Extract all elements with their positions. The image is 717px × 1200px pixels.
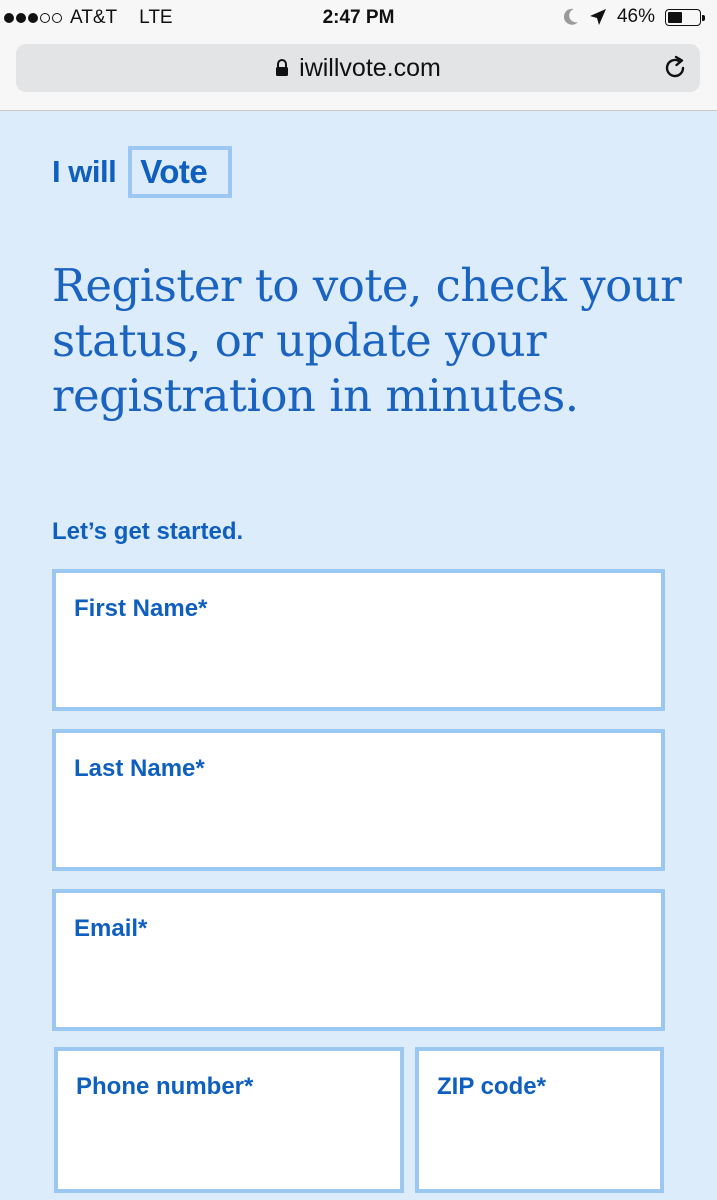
address-bar[interactable]: iwillvote.com [16, 44, 700, 92]
url-text: iwillvote.com [299, 53, 441, 82]
zip-code-field[interactable]: ZIP code* [415, 1047, 664, 1193]
first-name-label: First Name* [74, 595, 208, 622]
email-field[interactable]: Email* [52, 889, 665, 1031]
lock-icon [276, 59, 289, 76]
reload-icon[interactable] [662, 55, 688, 81]
logo-text-iwill: I will [52, 154, 117, 189]
phone-input[interactable] [76, 1119, 382, 1159]
phone-field[interactable]: Phone number* [54, 1047, 404, 1193]
page-headline: Register to vote, check your status, or … [52, 259, 682, 422]
zip-code-label: ZIP code* [437, 1073, 546, 1100]
browser-toolbar: iwillvote.com [0, 36, 717, 111]
battery-level [668, 11, 682, 23]
email-input[interactable] [74, 961, 643, 1001]
email-label: Email* [74, 915, 148, 942]
status-bar: AT&T LTE 2:47 PM 46% [0, 0, 717, 36]
last-name-label: Last Name* [74, 755, 205, 782]
last-name-field[interactable]: Last Name* [52, 729, 665, 871]
address-bar-content: iwillvote.com [16, 44, 700, 92]
last-name-input[interactable] [74, 801, 643, 841]
moon-icon [563, 8, 578, 25]
logo-vote-box: Vote [128, 146, 233, 198]
phone-label: Phone number* [76, 1073, 254, 1100]
zip-code-input[interactable] [437, 1119, 642, 1159]
logo-text-vote: Vote [140, 153, 208, 190]
battery-percent: 46% [616, 6, 655, 27]
first-name-input[interactable] [74, 641, 643, 681]
battery-icon [665, 8, 705, 26]
status-bar-right: 46% [563, 6, 705, 28]
location-arrow-icon [589, 9, 606, 25]
form-intro: Let’s get started. [52, 518, 244, 545]
battery-nub [702, 14, 705, 21]
site-logo[interactable]: I will Vote [52, 146, 233, 198]
first-name-field[interactable]: First Name* [52, 569, 665, 711]
